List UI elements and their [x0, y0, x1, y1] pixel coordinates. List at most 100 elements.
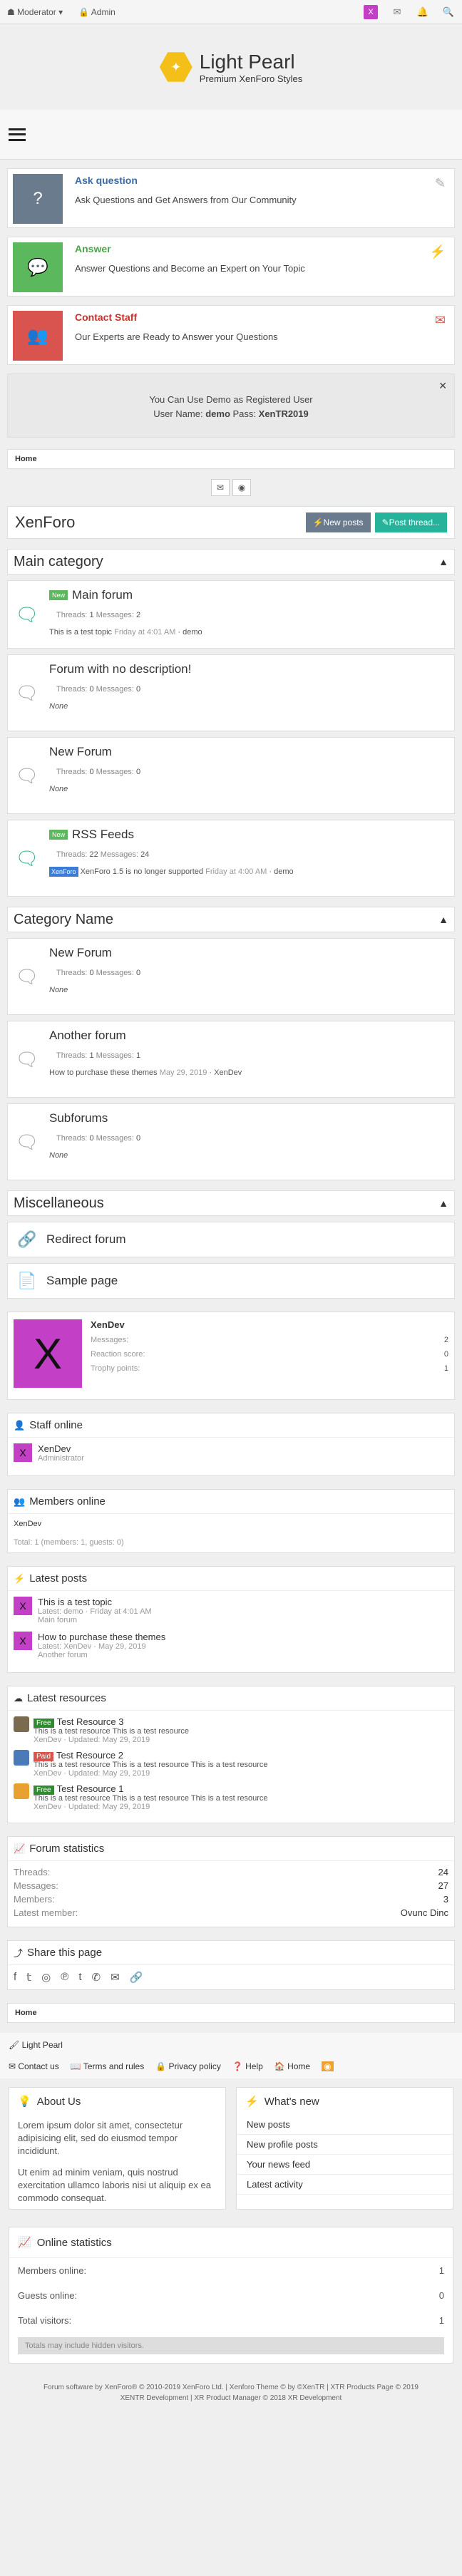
last-post-user[interactable]: XenDev [214, 1068, 242, 1077]
menu-icon[interactable] [9, 128, 26, 141]
last-post-title[interactable]: XenForo 1.5 is no longer supported [81, 867, 203, 876]
forum-title[interactable]: Forum with no description! [49, 662, 191, 676]
news-feed-link[interactable]: Your news feed [237, 2155, 453, 2175]
category-header[interactable]: Miscellaneous ▲ [7, 1190, 455, 1216]
new-profile-posts-link[interactable]: New profile posts [237, 2135, 453, 2155]
search-icon[interactable]: 🔍 [442, 6, 455, 19]
forum-title[interactable]: Another forum [49, 1029, 126, 1043]
new-posts-link[interactable]: New posts [237, 2115, 453, 2135]
whatsapp-icon[interactable]: ✆ [91, 1971, 101, 1984]
chat-icon: 🗨 [15, 603, 39, 625]
avatar[interactable]: X [14, 1597, 32, 1615]
link-node[interactable]: 🔗 Redirect forum [7, 1222, 455, 1257]
avatar[interactable]: X [14, 1443, 32, 1462]
prefix-tag: XenForo [49, 867, 78, 877]
post-title[interactable]: How to purchase these themes [38, 1632, 165, 1642]
forum-node[interactable]: 🗨 Forum with no description! Threads: 0 … [7, 654, 455, 731]
forum-node[interactable]: 🗨 New Forum Threads: 0 Messages: 0 None [7, 938, 455, 1015]
resource-title[interactable]: Test Resource 2 [56, 1750, 123, 1761]
email-icon[interactable]: ✉ [111, 1971, 120, 1984]
resource-image[interactable] [14, 1783, 29, 1799]
resource-image[interactable] [14, 1716, 29, 1732]
breadcrumb-home[interactable]: Home [15, 2009, 37, 2017]
latest-activity-link[interactable]: Latest activity [237, 2175, 453, 2195]
account-avatar[interactable]: X [364, 4, 378, 19]
feature-contact[interactable]: 👥 Contact Staff Our Experts are Ready to … [7, 305, 455, 365]
chevron-up-icon[interactable]: ▲ [438, 556, 448, 567]
page-node[interactable]: 📄 Sample page [7, 1263, 455, 1299]
forum-node[interactable]: 🗨 New Main forum Threads: 1 Messages: 2 T… [7, 580, 455, 649]
feature-answer[interactable]: 💬 Answer Answer Questions and Become an E… [7, 237, 455, 297]
pinterest-icon[interactable]: ℗ [61, 1971, 68, 1984]
home-link[interactable]: 🏠 Home [274, 2061, 310, 2071]
close-icon[interactable]: ✕ [438, 378, 447, 393]
forum-title[interactable]: RSS Feeds [72, 828, 134, 842]
chevron-up-icon[interactable]: ▲ [438, 914, 448, 925]
terms-link[interactable]: 📖 Terms and rules [71, 2061, 144, 2071]
post-forum[interactable]: Another forum [38, 1651, 165, 1659]
style-chooser[interactable]: 🖌 Light Pearl [9, 2040, 453, 2050]
privacy-link[interactable]: 🔒 Privacy policy [155, 2061, 221, 2071]
last-post-title[interactable]: This is a test topic [49, 628, 112, 637]
forum-node[interactable]: 🗨 Subforums Threads: 0 Messages: 0 None [7, 1103, 455, 1180]
contact-link[interactable]: ✉ Contact us [9, 2061, 59, 2071]
link-icon[interactable]: 🔗 [130, 1971, 143, 1984]
chevron-up-icon[interactable]: ▲ [438, 1197, 448, 1209]
user-name[interactable]: XenDev [91, 1319, 448, 1330]
bell-icon[interactable]: 🔔 [416, 6, 429, 19]
stat-value: 24 [438, 1867, 448, 1877]
members-total: Total: 1 (members: 1, guests: 0) [14, 1538, 124, 1547]
post-title[interactable]: This is a test topic [38, 1597, 152, 1607]
link-title[interactable]: Redirect forum [46, 1232, 125, 1247]
stat-value: 1 [438, 2315, 444, 2326]
feature-ask[interactable]: ? Ask question Ask Questions and Get Answ… [7, 168, 455, 228]
forum-node[interactable]: 🗨 New RSS Feeds Threads: 22 Messages: 24 … [7, 820, 455, 897]
member-name[interactable]: XenDev [14, 1520, 448, 1528]
avatar[interactable]: X [14, 1632, 32, 1650]
post-thread-button[interactable]: ✎ Post thread... [374, 512, 447, 532]
stat-value[interactable]: Ovunc Dinc [401, 1907, 448, 1918]
messages-count: 0 [135, 969, 141, 977]
chat-icon: 💬 [13, 242, 63, 292]
resource-title[interactable]: Test Resource 3 [57, 1716, 124, 1727]
moderator-link[interactable]: ☗ Moderator ▾ [7, 7, 63, 17]
staff-name[interactable]: XenDev [38, 1443, 84, 1454]
category-header[interactable]: Category Name ▲ [7, 907, 455, 932]
site-logo[interactable]: ✦ Light Pearl Premium XenForo Styles [0, 24, 462, 110]
rss-icon[interactable]: ◉ [322, 2061, 334, 2071]
rss-icon[interactable]: ◉ [232, 479, 251, 496]
last-post-title[interactable]: How to purchase these themes [49, 1068, 158, 1077]
forum-node[interactable]: 🗨 Another forum Threads: 1 Messages: 1 H… [7, 1021, 455, 1098]
admin-link[interactable]: 🔒 Admin [78, 7, 115, 17]
last-post-user[interactable]: demo [183, 628, 202, 637]
staff-online: 👤 Staff online X XenDev Administrator [7, 1413, 455, 1476]
messages-label: Messages: [96, 969, 134, 977]
threads-count: 0 [89, 768, 94, 776]
category-header[interactable]: Main category ▲ [7, 549, 455, 575]
users-icon: 👥 [14, 1495, 26, 1507]
bolt-icon: ⚡ [429, 244, 446, 259]
forum-title[interactable]: New Forum [49, 946, 112, 960]
tumblr-icon[interactable]: t [78, 1971, 81, 1984]
last-post-user[interactable]: demo [274, 867, 294, 876]
page-title-link[interactable]: Sample page [46, 1274, 118, 1288]
reddit-icon[interactable]: ◎ [41, 1971, 51, 1984]
forum-title[interactable]: New Forum [49, 745, 112, 759]
resource-title[interactable]: Test Resource 1 [57, 1783, 124, 1794]
envelope-icon[interactable]: ✉ [211, 479, 230, 496]
messages-label: Messages: [96, 685, 134, 694]
user-avatar[interactable]: X [14, 1319, 82, 1388]
new-posts-button[interactable]: ⚡ New posts [305, 512, 371, 532]
forum-node[interactable]: 🗨 New Forum Threads: 0 Messages: 0 None [7, 737, 455, 814]
twitter-icon[interactable]: 𝕥 [26, 1971, 31, 1984]
help-link[interactable]: ❓ Help [232, 2061, 263, 2071]
post-forum[interactable]: Main forum [38, 1616, 152, 1624]
resource-image[interactable] [14, 1750, 29, 1766]
block-title: Share this page [27, 1947, 103, 1959]
envelope-icon[interactable]: ✉ [391, 6, 404, 19]
forum-title[interactable]: Main forum [72, 588, 133, 602]
notice-pass: XenTR2019 [258, 408, 309, 419]
facebook-icon[interactable]: f [14, 1971, 16, 1984]
forum-title[interactable]: Subforums [49, 1111, 108, 1125]
breadcrumb-home[interactable]: Home [15, 455, 37, 463]
